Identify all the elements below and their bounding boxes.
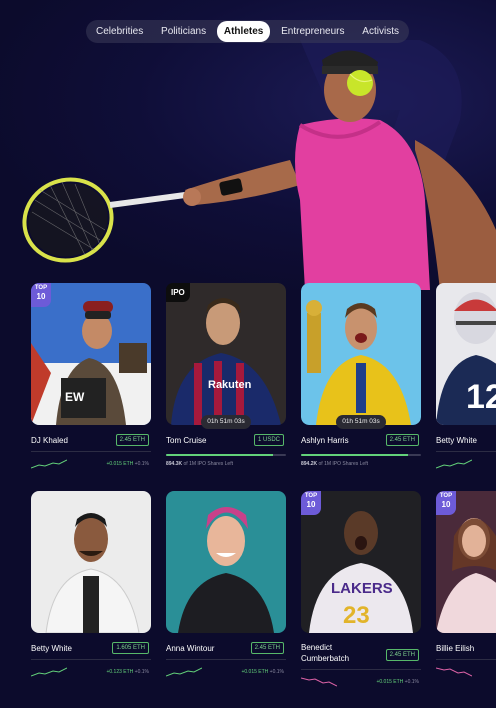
sparkline-up: [436, 459, 472, 469]
price-tag: 2.45 ETH: [115, 434, 149, 446]
card-image: LAKERS 23 TOP 10: [301, 491, 421, 633]
ipo-badge: IPO: [166, 283, 190, 302]
sparkline-down: [436, 667, 472, 677]
top-10-badge: TOP 10: [436, 491, 456, 515]
price-change: +0.123 ETH +0.1%: [106, 669, 149, 675]
shares-left: 894.2K of 1M IPO Shares Left: [301, 461, 368, 467]
card-betty-white[interactable]: Betty White 1.605 ETH +0.123 ETH +0.1%: [31, 491, 151, 680]
top-10-badge: TOP 10: [301, 491, 321, 515]
price-tag: 1 USDC: [253, 434, 284, 446]
tab-celebrities[interactable]: Celebrities: [89, 21, 150, 42]
price-change: +0.015 ETH +0.1%: [376, 679, 419, 685]
card-dj-khaled[interactable]: EW TOP 10 DJ Khaled 2.45 ETH +0.015 ETH +…: [31, 283, 151, 472]
card-name: Ashlyn Harris: [301, 436, 349, 445]
card-image: EW TOP 10: [31, 283, 151, 425]
card-image: [166, 491, 286, 633]
card-image: TOP 10: [436, 491, 496, 633]
hero-banner: Celebrities Politicians Athletes Entrepr…: [0, 0, 496, 290]
sparkline-up: [166, 667, 202, 677]
card-anna-wintour[interactable]: Anna Wintour 2.45 ETH +0.015 ETH +0.1%: [166, 491, 286, 680]
tab-politicians[interactable]: Politicians: [154, 21, 213, 42]
tennis-player-image: [22, 40, 496, 290]
sparkline-up: [31, 667, 67, 677]
ipo-progress-bar: [166, 454, 286, 456]
card-image: Rakuten IPO 01h 51m 03s: [166, 283, 286, 429]
price-tag: 2.45 ETH: [385, 649, 419, 661]
svg-text:23: 23: [343, 602, 370, 629]
card-name: Betty White: [31, 644, 72, 653]
countdown-timer: 01h 51m 03s: [336, 415, 386, 429]
sparkline-down: [301, 677, 337, 687]
card-name: Benedict Cumberbatch: [301, 643, 350, 663]
price-change: +0.015 ETH +0.1%: [106, 461, 149, 467]
svg-text:Rakuten: Rakuten: [208, 379, 252, 391]
card-billie-eilish-partial[interactable]: TOP 10 Billie Eilish: [436, 491, 496, 680]
card-image: 01h 51m 03s: [301, 283, 421, 429]
countdown-timer: 01h 51m 03s: [201, 415, 251, 429]
card-betty-white-partial[interactable]: 12 Betty White: [436, 283, 496, 472]
sparkline-up: [31, 459, 67, 469]
price-change: +0.015 ETH +0.1%: [241, 669, 284, 675]
card-image: 12: [436, 283, 496, 425]
card-name: Billie Eilish: [436, 644, 475, 653]
svg-text:EW: EW: [65, 390, 85, 404]
svg-text:LAKERS: LAKERS: [331, 580, 393, 597]
card-benedict-cumberbatch[interactable]: LAKERS 23 TOP 10 Benedict Cumberbatch 2.4…: [301, 491, 421, 690]
card-name: Betty White: [436, 436, 477, 445]
card-image: [31, 491, 151, 633]
card-name: DJ Khaled: [31, 436, 68, 445]
card-name: Anna Wintour: [166, 644, 215, 653]
card-tom-cruise[interactable]: Rakuten IPO 01h 51m 03s Tom Cruise 1 USD…: [166, 283, 286, 467]
category-tabs: Celebrities Politicians Athletes Entrepr…: [86, 20, 409, 43]
tab-athletes[interactable]: Athletes: [216, 21, 271, 42]
shares-left: 894.3K of 1M IPO Shares Left: [166, 461, 233, 467]
price-tag: 2.45 ETH: [250, 642, 284, 654]
svg-text:12: 12: [466, 378, 496, 416]
price-tag: 1.605 ETH: [112, 642, 149, 654]
card-name: Tom Cruise: [166, 436, 207, 445]
ipo-progress-bar: [301, 454, 421, 456]
card-ashlyn-harris[interactable]: 01h 51m 03s Ashlyn Harris 2.45 ETH 894.2…: [301, 283, 421, 467]
top-10-badge: TOP 10: [31, 283, 51, 307]
tab-entrepreneurs[interactable]: Entrepreneurs: [274, 21, 351, 42]
price-tag: 2.45 ETH: [385, 434, 419, 446]
tab-activists[interactable]: Activists: [355, 21, 406, 42]
